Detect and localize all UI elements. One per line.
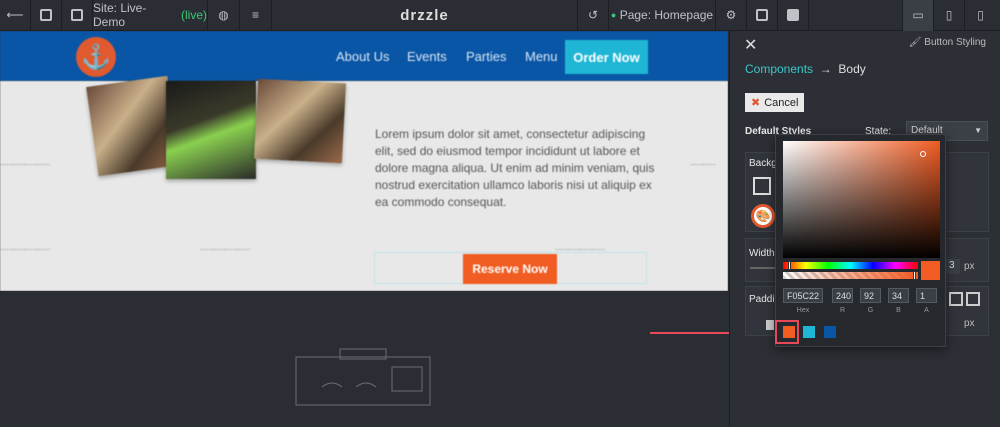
breadcrumb-components[interactable]: Components [745, 62, 813, 76]
hue-slider[interactable] [783, 261, 918, 270]
current-color-preview [921, 261, 940, 280]
hex-input[interactable]: F05C22 [783, 288, 823, 303]
wave-decor: ﹏﹏﹏﹏ [0, 236, 50, 252]
wave-decor: ﹏﹏ [690, 151, 716, 167]
alpha-handle[interactable] [913, 271, 916, 280]
page-selector[interactable]: ● Page: Homepage [609, 0, 716, 31]
reserve-now-button[interactable]: Reserve Now [463, 254, 557, 284]
cancel-button[interactable]: ✖ Cancel [745, 93, 805, 112]
close-icon[interactable]: ✕ [744, 35, 757, 55]
chevron-down-icon: ▼ [974, 126, 982, 135]
padding-label: Paddi [749, 294, 775, 305]
nav-menu[interactable]: Menu [525, 49, 558, 64]
padding-all-icon[interactable] [966, 292, 980, 306]
anchor-logo-icon: ⚓ [76, 37, 116, 77]
desktop-view-icon[interactable]: ▭ [903, 0, 934, 31]
solid-fill-icon[interactable] [753, 177, 771, 195]
cocktail-photo [166, 81, 256, 179]
save-icon[interactable] [747, 0, 778, 31]
nav-parties[interactable]: Parties [466, 49, 506, 64]
width-unit: px [964, 261, 975, 272]
site-selector[interactable]: Site: Live-Demo (live) [93, 0, 208, 31]
page-label: Page: Homepage [619, 8, 714, 22]
a-input[interactable]: 1 [916, 288, 937, 303]
background-label: Backg [749, 158, 777, 169]
restaurant-illustration [295, 348, 431, 406]
site-status: (live) [181, 8, 207, 22]
order-now-button[interactable]: Order Now [565, 40, 648, 74]
tablet-view-icon[interactable]: ▯ [934, 0, 965, 31]
skewer-photo [253, 78, 347, 164]
button-styling-title: 🖌 Button Styling [908, 37, 986, 48]
nav-events[interactable]: Events [407, 49, 447, 64]
padding-unit: px [964, 318, 975, 329]
r-input[interactable]: 240 [832, 288, 853, 303]
brand-logo: drzzle [400, 6, 449, 24]
hex-label: Hex [796, 307, 810, 314]
x-icon: ✖ [751, 97, 761, 109]
wave-decor: ﹏﹏﹏﹏ [555, 236, 605, 252]
a-label: A [924, 307, 929, 314]
site-label: Site: Live-Demo [93, 1, 147, 29]
lorem-text: Lorem ipsum dolor sit amet, consectetur … [375, 127, 655, 209]
padding-slider-handle[interactable] [766, 320, 774, 330]
wave-decor: ﹏﹏﹏﹏ [200, 236, 250, 252]
swatch-teal[interactable] [803, 326, 815, 338]
top-toolbar: ⟵ Site: Live-Demo (live) ◍ ≡ drzzle ↺ ● … [0, 0, 1000, 31]
history-icon[interactable]: ↺ [577, 0, 609, 31]
width-input[interactable]: 3 [946, 259, 960, 274]
g-input[interactable]: 92 [860, 288, 881, 303]
saturation-field[interactable] [783, 141, 940, 258]
b-input[interactable]: 34 [888, 288, 909, 303]
r-label: R [839, 307, 846, 314]
breadcrumb: Components → Body [745, 62, 866, 76]
cancel-label: Cancel [764, 96, 799, 109]
color-picker-popup: F05C22 240 92 34 1 Hex R G B A [775, 134, 946, 347]
b-label: B [896, 307, 901, 314]
publish-icon[interactable] [778, 0, 809, 31]
padding-side-icon[interactable] [949, 292, 963, 306]
palette-icon[interactable]: 🎨 [751, 204, 775, 228]
selected-swatch-highlight [775, 320, 799, 344]
settings-gear-icon[interactable]: ⚙ [716, 0, 747, 31]
saturation-handle[interactable] [920, 151, 926, 157]
database-icon[interactable]: ≡ [240, 0, 272, 31]
wave-decor: ﹏﹏﹏﹏ [0, 151, 50, 167]
mobile-view-icon[interactable]: ▯ [965, 0, 996, 31]
search-pages-icon[interactable] [31, 0, 62, 31]
add-page-icon[interactable] [62, 0, 93, 31]
hue-handle[interactable] [788, 261, 791, 270]
globe-icon[interactable]: ◍ [208, 0, 240, 31]
spacer [809, 0, 903, 31]
site-content: ﹏﹏﹏﹏ ﹏﹏ ﹏﹏﹏﹏ ﹏﹏﹏﹏ ﹏﹏﹏﹏ Lorem ipsum dolor… [0, 75, 728, 291]
back-arrow-icon[interactable]: ⟵ [0, 0, 31, 31]
g-label: G [867, 307, 874, 314]
site-nav: ⚓ About Us Events Parties Menu Order Now [0, 31, 728, 81]
site-preview: ⚓ About Us Events Parties Menu Order Now… [0, 31, 728, 427]
swatch-blue[interactable] [824, 326, 836, 338]
alpha-slider[interactable] [783, 271, 918, 280]
width-label: Width [749, 248, 775, 259]
breadcrumb-body: Body [838, 62, 866, 76]
nav-about[interactable]: About Us [336, 49, 389, 64]
